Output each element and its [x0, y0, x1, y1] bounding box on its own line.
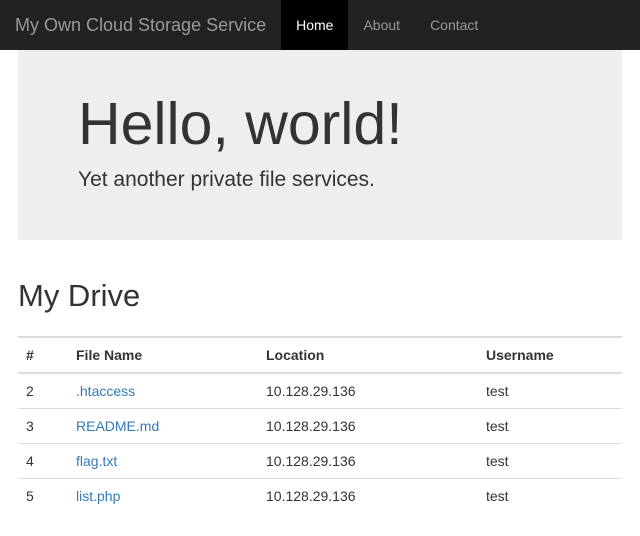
hero-title: Hello, world! — [78, 90, 562, 158]
main-content: My Drive # File Name Location Username 2… — [0, 278, 640, 513]
col-header-filename: File Name — [68, 337, 258, 373]
col-header-location: Location — [258, 337, 478, 373]
table-row: 4 flag.txt 10.128.29.136 test — [18, 444, 622, 479]
col-header-index: # — [18, 337, 68, 373]
cell-index: 3 — [18, 409, 68, 444]
cell-location: 10.128.29.136 — [258, 409, 478, 444]
drive-heading: My Drive — [18, 278, 622, 314]
cell-index: 5 — [18, 479, 68, 514]
file-link[interactable]: flag.txt — [76, 453, 117, 469]
file-link[interactable]: README.md — [76, 418, 159, 434]
cell-index: 2 — [18, 373, 68, 409]
navbar-brand[interactable]: My Own Cloud Storage Service — [0, 0, 281, 50]
cell-username: test — [478, 479, 622, 514]
nav-item-home[interactable]: Home — [281, 0, 348, 50]
table-row: 5 list.php 10.128.29.136 test — [18, 479, 622, 514]
table-row: 2 .htaccess 10.128.29.136 test — [18, 373, 622, 409]
cell-location: 10.128.29.136 — [258, 479, 478, 514]
cell-username: test — [478, 444, 622, 479]
cell-location: 10.128.29.136 — [258, 373, 478, 409]
cell-location: 10.128.29.136 — [258, 444, 478, 479]
file-link[interactable]: .htaccess — [76, 383, 135, 399]
nav-item-contact[interactable]: Contact — [415, 0, 493, 50]
hero-subtitle: Yet another private file services. — [78, 168, 562, 192]
cell-username: test — [478, 409, 622, 444]
nav-item-about[interactable]: About — [348, 0, 415, 50]
navbar: My Own Cloud Storage Service Home About … — [0, 0, 640, 50]
file-table: # File Name Location Username 2 .htacces… — [18, 336, 622, 513]
hero-banner: Hello, world! Yet another private file s… — [18, 50, 622, 240]
cell-username: test — [478, 373, 622, 409]
cell-index: 4 — [18, 444, 68, 479]
table-row: 3 README.md 10.128.29.136 test — [18, 409, 622, 444]
file-link[interactable]: list.php — [76, 488, 120, 504]
col-header-username: Username — [478, 337, 622, 373]
